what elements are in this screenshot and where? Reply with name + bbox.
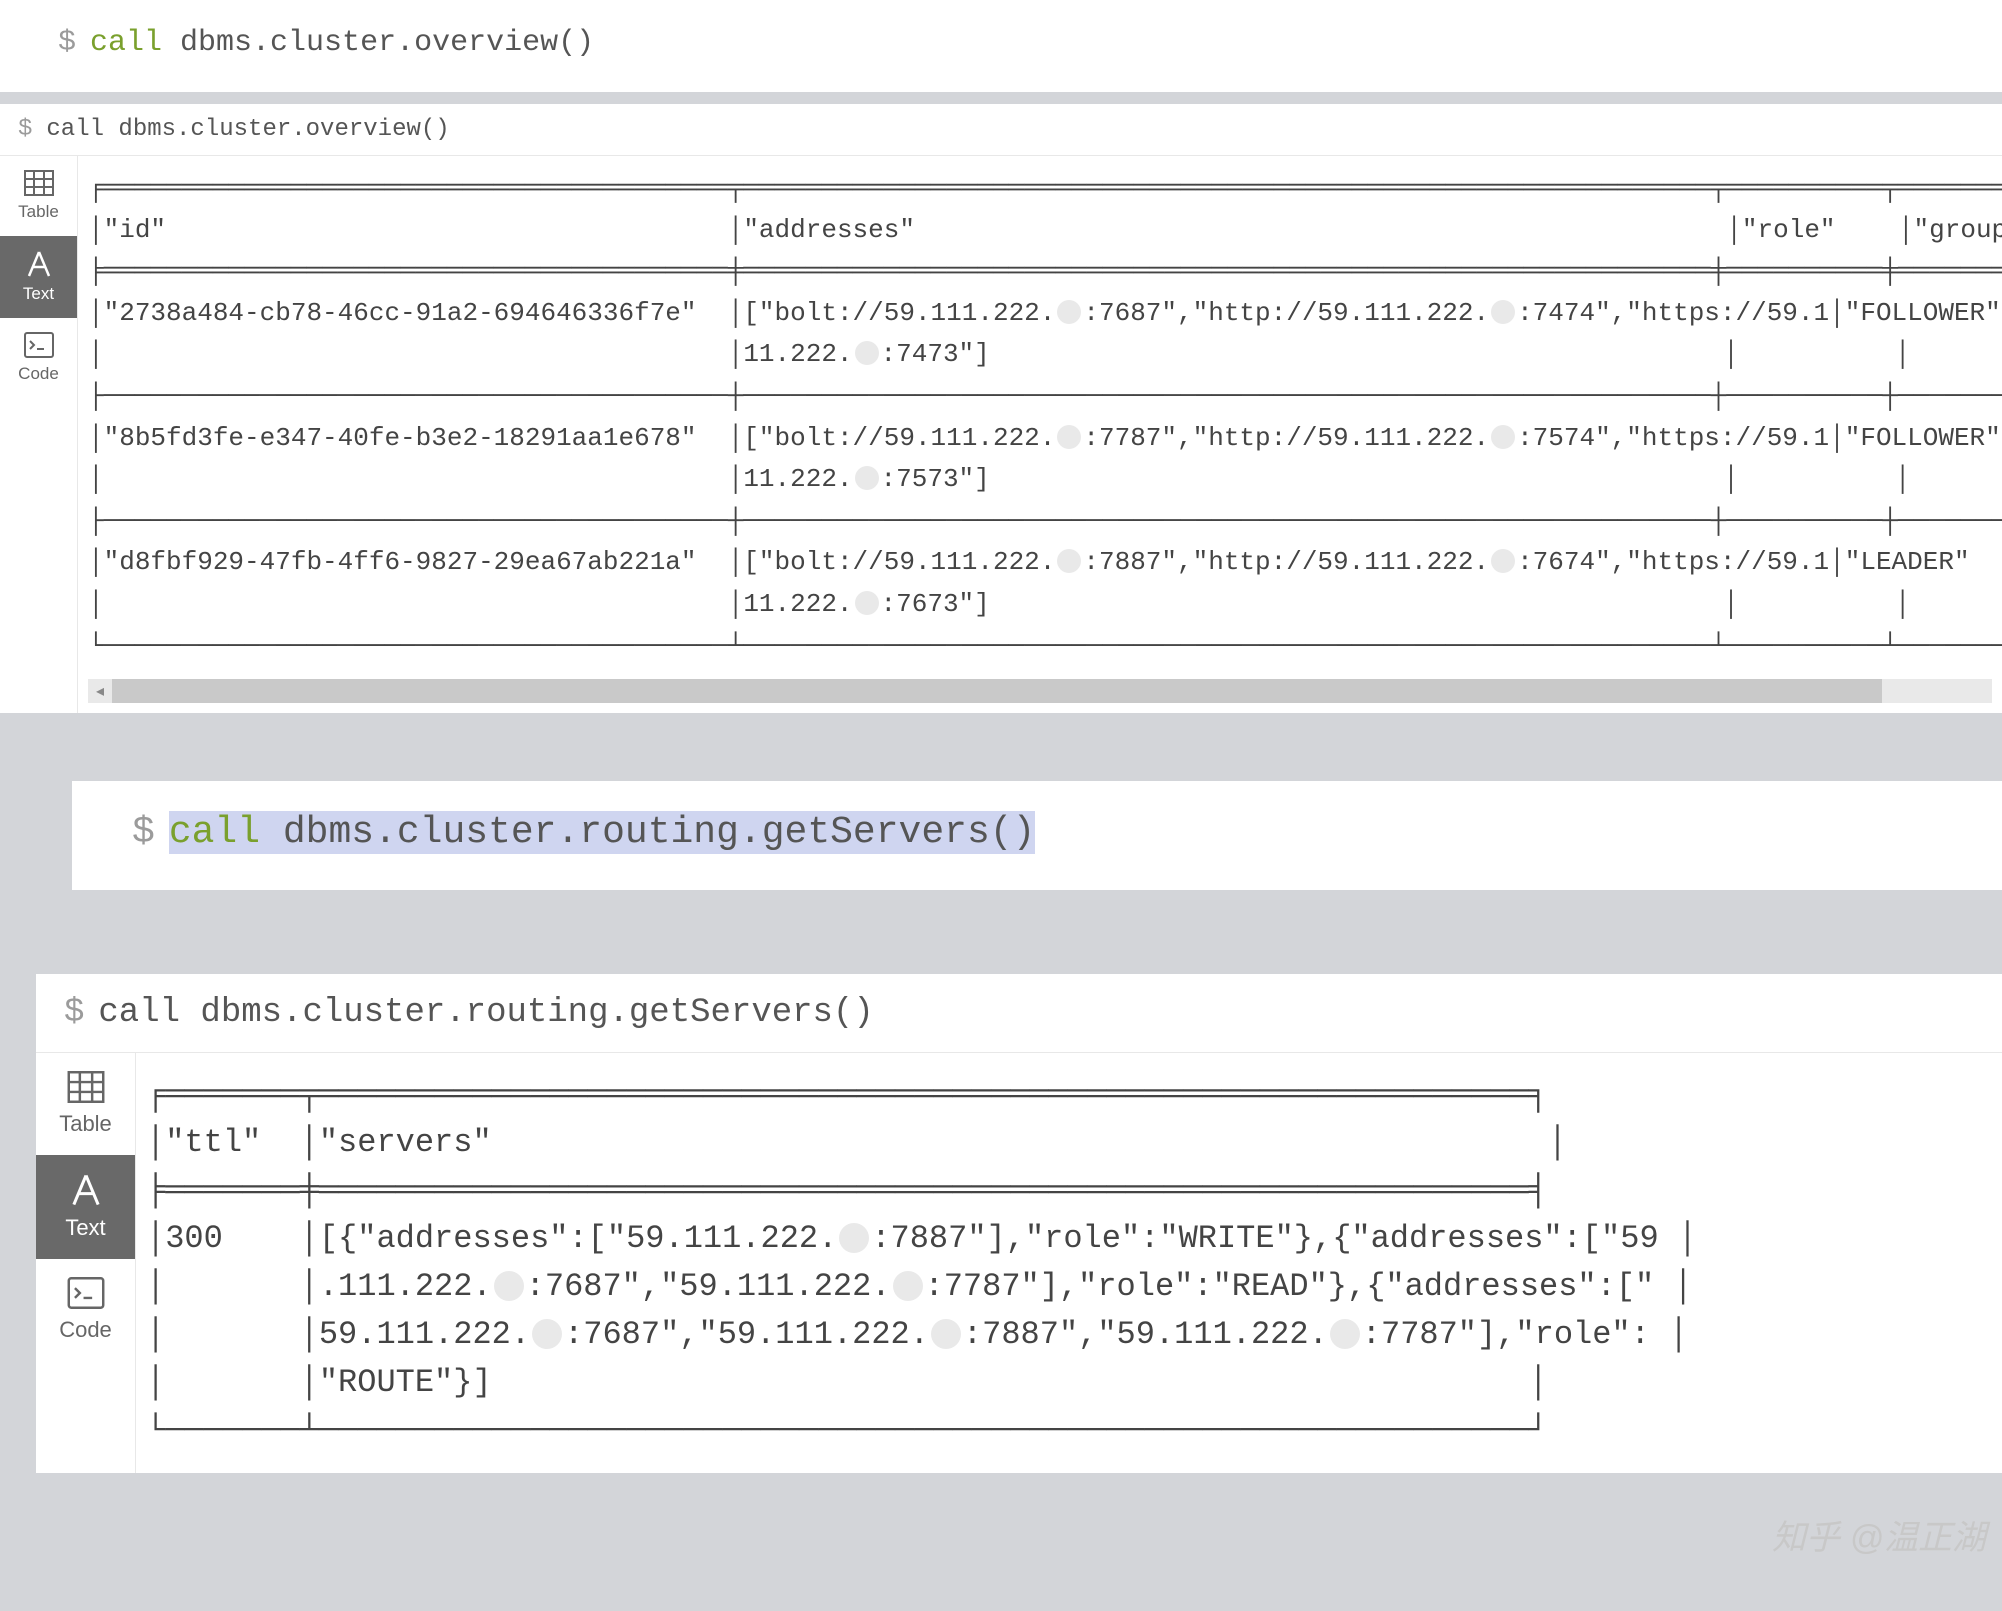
prompt-symbol: $ [18, 116, 32, 143]
getservers-result-panel: $ call dbms.cluster.routing.getServers()… [36, 974, 2002, 1473]
executed-command-header: $ call dbms.cluster.overview() [0, 104, 2002, 155]
table-icon [24, 170, 54, 196]
command-strip-getservers-1: $ call dbms.cluster.routing.getServers() [72, 781, 2002, 890]
command-text-highlighted: call dbms.cluster.routing.getServers() [169, 811, 1036, 854]
tab-text[interactable]: Text [36, 1155, 135, 1259]
executed-command-header: $ call dbms.cluster.routing.getServers() [36, 974, 2002, 1052]
text-a-icon [67, 1173, 105, 1207]
command-text: call dbms.cluster.overview() [90, 26, 594, 60]
horizontal-scrollbar[interactable]: ◂ [88, 679, 1992, 703]
tab-code[interactable]: Code [36, 1259, 135, 1361]
tab-text[interactable]: Text [0, 236, 77, 318]
scroll-left-arrow[interactable]: ◂ [88, 679, 112, 703]
overview-text-output: ╒═══════════════════════════════════════… [78, 156, 2002, 679]
getservers-text-output: ╒═══════╤═══════════════════════════════… [136, 1053, 2002, 1473]
command-text: call dbms.cluster.overview() [46, 116, 449, 143]
table-icon [67, 1071, 105, 1103]
prompt-symbol: $ [58, 26, 76, 60]
overview-result-panel: $ call dbms.cluster.overview() Table Tex… [0, 104, 2002, 713]
result-view-tabs: Table Text Code [0, 156, 78, 713]
command-text: call dbms.cluster.routing.getServers() [98, 994, 873, 1032]
terminal-icon [67, 1277, 105, 1309]
tab-code[interactable]: Code [0, 318, 77, 398]
text-a-icon [24, 250, 54, 278]
tab-table[interactable]: Table [0, 156, 77, 236]
result-view-tabs: Table Text Code [36, 1053, 136, 1473]
prompt-symbol: $ [132, 811, 155, 854]
command-strip-overview-1: $ call dbms.cluster.overview() [0, 0, 2002, 92]
terminal-icon [24, 332, 54, 358]
watermark: 知乎 @温正湖 [1772, 1510, 1986, 1559]
prompt-symbol: $ [64, 994, 84, 1032]
tab-table[interactable]: Table [36, 1053, 135, 1155]
